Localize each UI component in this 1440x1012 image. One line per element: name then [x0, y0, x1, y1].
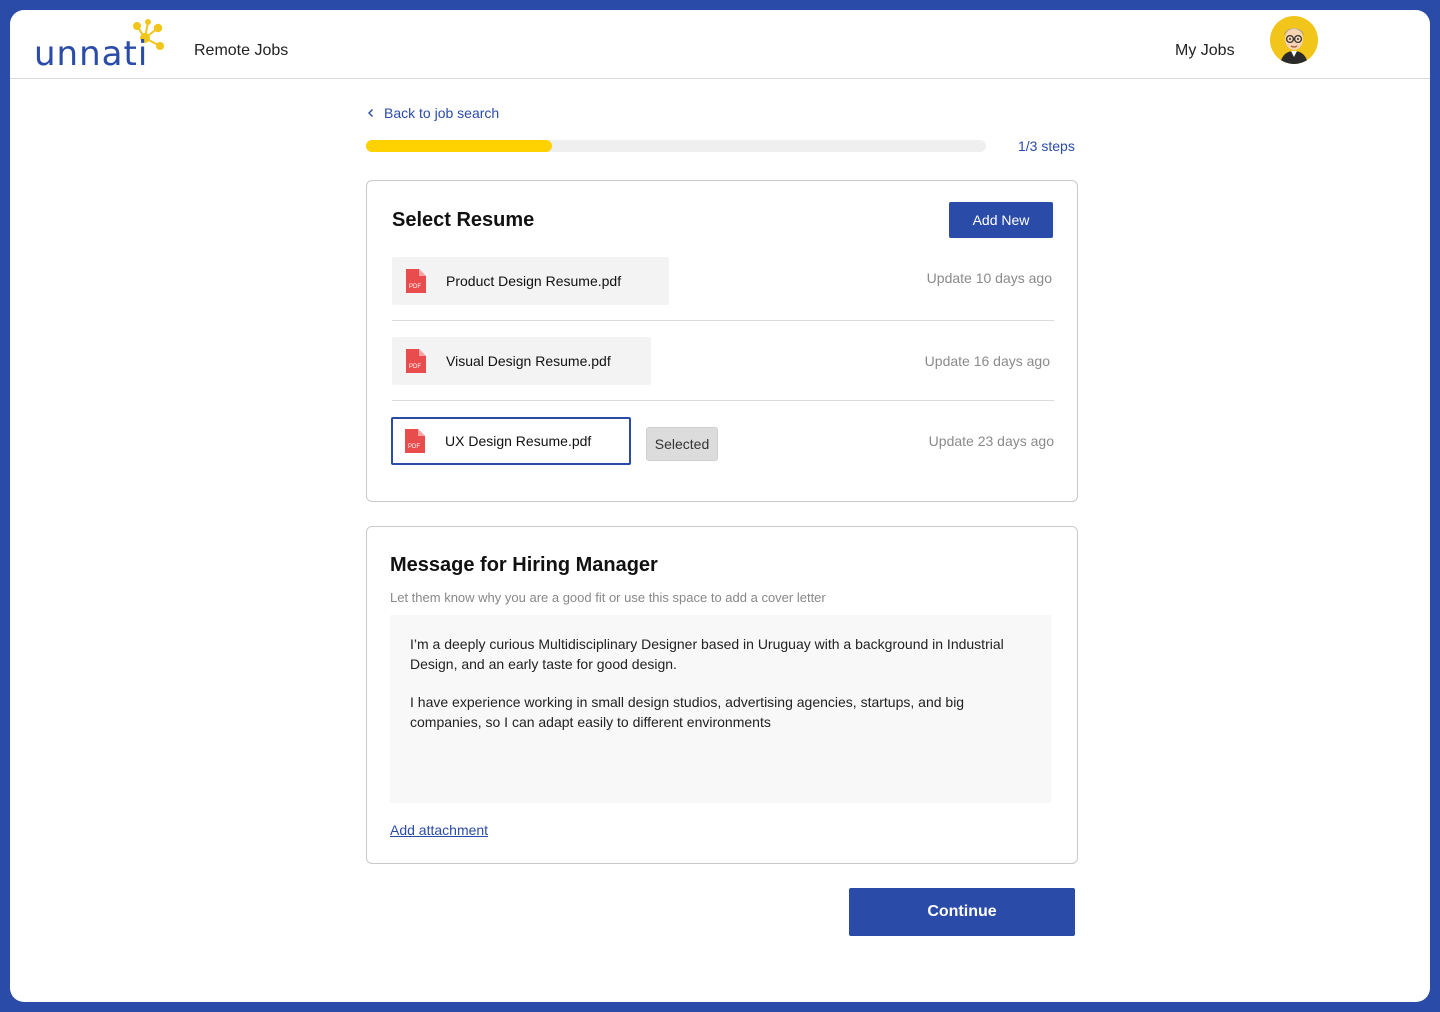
resume-file-name: UX Design Resume.pdf [445, 433, 592, 449]
pdf-icon-label: PDF [408, 444, 420, 450]
add-attachment-link[interactable]: Add attachment [390, 822, 488, 838]
pdf-file-icon: PDF [405, 429, 425, 453]
message-paragraph: I have experience working in small desig… [410, 694, 965, 730]
select-resume-title: Select Resume [392, 209, 535, 231]
add-new-resume-button[interactable]: Add New [949, 202, 1053, 238]
back-link-label: Back to job search [384, 105, 500, 121]
back-to-job-search-link[interactable]: Back to job search [366, 105, 499, 121]
message-subtitle: Let them know why you are a good fit or … [390, 590, 826, 605]
chevron-left-icon [368, 109, 373, 117]
resume-row-product-design: PDF Product Design Resume.pdf Update 10 … [392, 257, 1054, 305]
message-paragraph: I’m a deeply curious Multidisciplinary D… [410, 636, 1004, 672]
resume-divider [392, 400, 1054, 401]
nav-remote-jobs[interactable]: Remote Jobs [194, 42, 288, 60]
cover-letter-textarea[interactable]: I’m a deeply curious Multidisciplinary D… [390, 615, 1051, 803]
selected-status-badge: Selected [646, 427, 718, 461]
hiring-manager-message-card: Message for Hiring Manager Let them know… [366, 526, 1078, 864]
continue-button[interactable]: Continue [849, 888, 1075, 936]
steps-indicator: 1/3 steps [1018, 138, 1075, 154]
resume-file-chip[interactable]: PDF Visual Design Resume.pdf [392, 337, 651, 385]
resume-updated-text: Update 10 days ago [926, 270, 1052, 286]
resume-file-name: Visual Design Resume.pdf [446, 353, 611, 369]
logo-wordmark: unnati [34, 34, 149, 74]
resume-divider [392, 320, 1054, 321]
message-title: Message for Hiring Manager [390, 554, 658, 576]
progress-bar [366, 140, 986, 152]
pdf-icon-label: PDF [409, 364, 421, 370]
nav-my-jobs[interactable]: My Jobs [1175, 42, 1235, 60]
pdf-icon-label: PDF [409, 284, 421, 290]
user-avatar[interactable] [1270, 16, 1318, 64]
pdf-file-icon: PDF [406, 269, 426, 293]
pdf-file-icon: PDF [406, 349, 426, 373]
resume-updated-text: Update 23 days ago [928, 433, 1054, 449]
unnati-logo[interactable]: unnati [32, 16, 172, 74]
resume-file-chip[interactable]: PDF Product Design Resume.pdf [392, 257, 669, 305]
top-navigation-bar: unnati Remote Jobs My Jobs [10, 10, 1430, 79]
resume-row-ux-design: PDF UX Design Resume.pdf Selected Update… [391, 417, 1054, 465]
resume-file-chip-selected[interactable]: PDF UX Design Resume.pdf [391, 417, 631, 465]
select-resume-card: Select Resume Add New PDF Product Design… [366, 180, 1078, 502]
resume-row-visual-design: PDF Visual Design Resume.pdf Update 16 d… [392, 337, 1054, 385]
progress-bar-fill [366, 140, 552, 152]
resume-updated-text: Update 16 days ago [924, 353, 1050, 369]
resume-file-name: Product Design Resume.pdf [446, 273, 622, 289]
app-window: unnati Remote Jobs My Jobs Back to job s… [10, 10, 1430, 1002]
avatar-person-icon [1280, 28, 1308, 64]
